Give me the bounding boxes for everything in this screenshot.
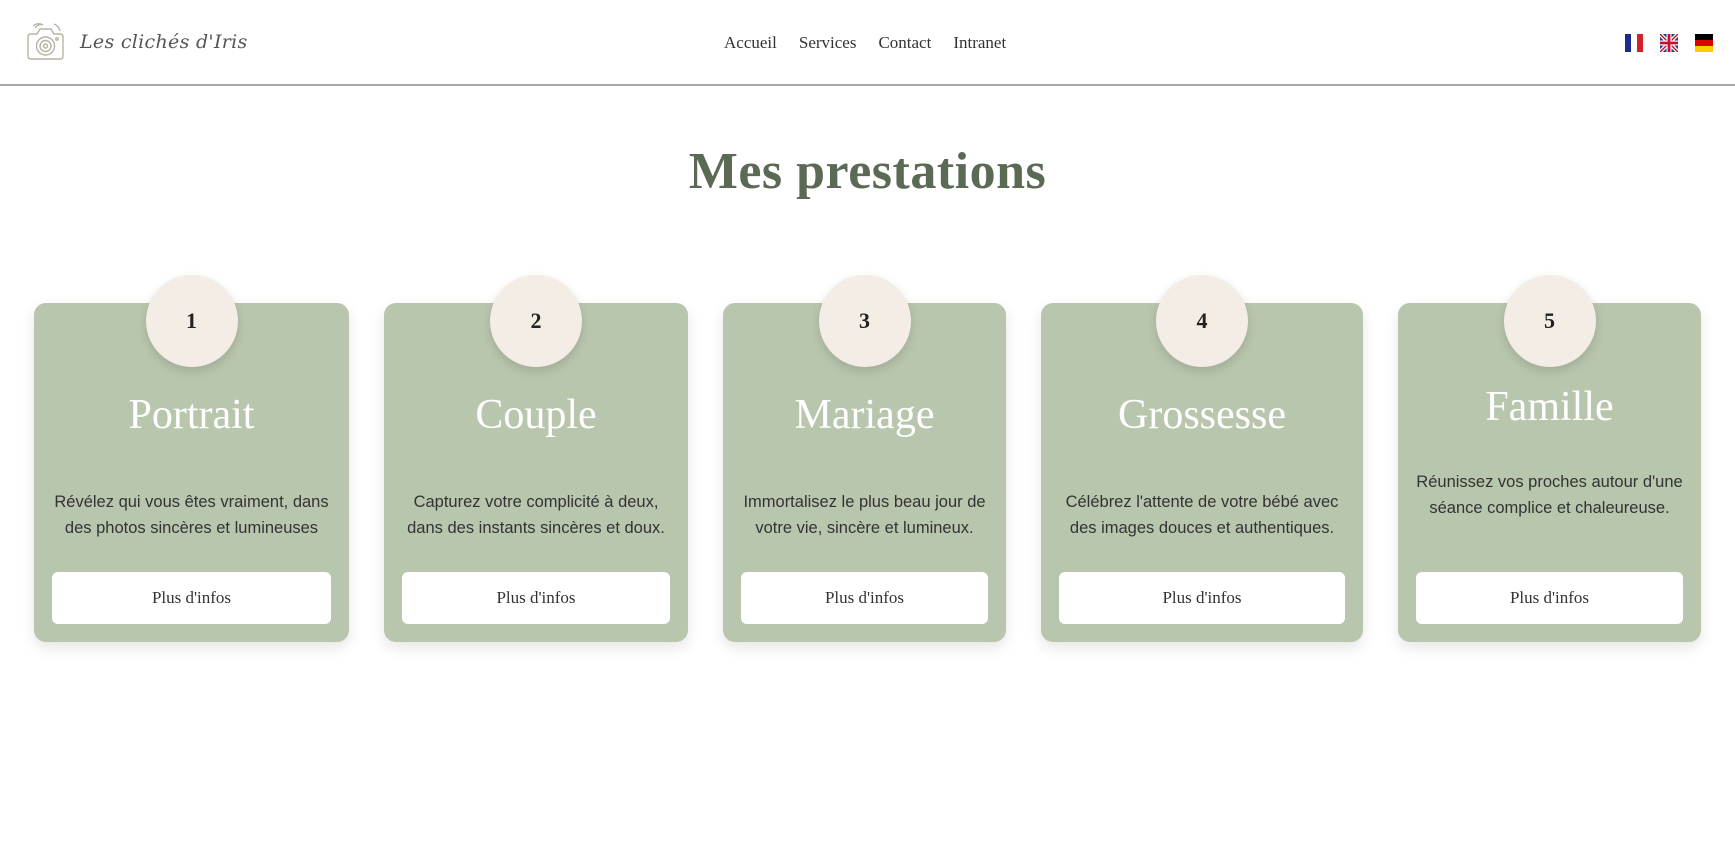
service-description: Immortalisez le plus beau jour de votre …	[743, 493, 986, 537]
more-info-button-couple[interactable]: Plus d'infos	[402, 572, 670, 624]
service-title: Famille	[1485, 384, 1614, 430]
service-title: Portrait	[128, 392, 255, 438]
nav-item-accueil[interactable]: Accueil	[724, 33, 777, 53]
more-info-button-grossesse[interactable]: Plus d'infos	[1059, 572, 1345, 624]
camera-logo-icon	[27, 23, 64, 60]
service-card-grossesse: 4 Grossesse Célébrez l'attente de votre …	[1041, 275, 1363, 642]
french-flag-icon[interactable]	[1625, 34, 1643, 52]
service-title: Couple	[475, 392, 597, 438]
service-title: Grossesse	[1118, 392, 1286, 438]
service-card-portrait: 1 Portrait Révélez qui vous êtes vraimen…	[34, 275, 349, 642]
service-description: Révélez qui vous êtes vraiment, dans des…	[54, 493, 329, 537]
page-title: Mes prestations	[688, 143, 1047, 200]
german-flag-icon[interactable]	[1695, 34, 1713, 52]
service-number-badge: 2	[490, 275, 582, 367]
more-info-button-famille[interactable]: Plus d'infos	[1416, 572, 1683, 624]
logo-link[interactable]: Les clichés d'Iris	[24, 20, 248, 64]
language-switcher	[1625, 34, 1713, 52]
more-info-button-portrait[interactable]: Plus d'infos	[52, 572, 331, 624]
service-number-badge: 1	[145, 275, 238, 367]
service-number-badge: 3	[818, 275, 911, 367]
logo-text: Les clichés d'Iris	[80, 31, 248, 53]
service-card-famille: 5 Famille Réunissez vos proches autour d…	[1398, 275, 1701, 642]
nav-item-services[interactable]: Services	[799, 33, 857, 53]
service-card-mariage: 3 Mariage Immortalisez le plus beau jour…	[723, 275, 1006, 642]
service-card-couple: 2 Couple Capturez votre complicité à deu…	[384, 275, 688, 642]
service-title: Mariage	[794, 392, 935, 438]
service-description: Capturez votre complicité à deux, dans d…	[407, 493, 665, 537]
nav-item-contact[interactable]: Contact	[878, 33, 931, 53]
more-info-button-mariage[interactable]: Plus d'infos	[741, 572, 988, 624]
service-number-badge: 5	[1503, 275, 1596, 367]
main-nav: Accueil Services Contact Intranet	[724, 33, 1006, 53]
site-header: Les clichés d'Iris Accueil Services Cont…	[0, 0, 1735, 86]
service-description: Célébrez l'attente de votre bébé avec de…	[1065, 493, 1339, 537]
uk-flag-icon[interactable]	[1660, 34, 1678, 52]
nav-item-intranet[interactable]: Intranet	[953, 33, 1006, 53]
service-description: Réunissez vos proches autour d'une séanc…	[1416, 473, 1683, 517]
service-number-badge: 4	[1156, 275, 1248, 367]
